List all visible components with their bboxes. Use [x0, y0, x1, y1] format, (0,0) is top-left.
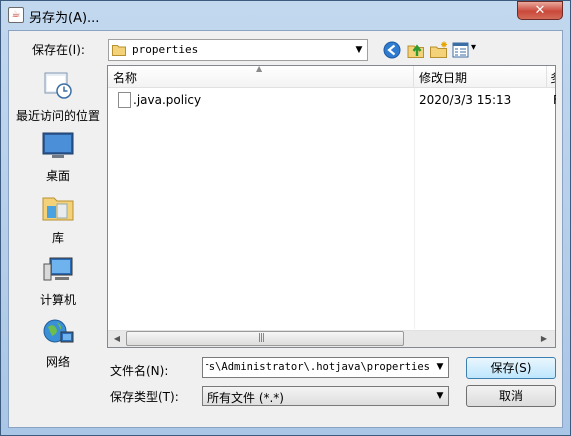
save-in-label: 保存在(I): [32, 43, 85, 57]
place-label: 最近访问的位置 [15, 109, 100, 123]
place-desktop[interactable]: 桌面 [10, 132, 106, 184]
view-menu-button[interactable]: ▾ [452, 40, 480, 60]
place-computer[interactable]: 计算机 [10, 256, 106, 308]
place-label: 库 [51, 231, 64, 245]
scroll-thumb[interactable] [126, 331, 404, 346]
up-folder-button[interactable] [406, 40, 426, 60]
window-title: 另存为(A)... [29, 11, 100, 26]
libraries-icon [42, 197, 74, 221]
new-folder-icon [430, 41, 447, 58]
location-text: properties [132, 43, 199, 56]
scroll-grip: ||| [258, 333, 265, 343]
desktop-icon [42, 132, 74, 158]
computer-icon [43, 257, 73, 281]
up-folder-icon [407, 44, 424, 58]
place-network[interactable]: 网络 [10, 318, 106, 370]
file-icon [118, 92, 131, 108]
folder-icon [112, 43, 126, 56]
close-button[interactable]: ✕ [517, 1, 563, 20]
column-header-extra[interactable]: 多 [547, 66, 555, 88]
new-folder-button[interactable] [429, 40, 449, 60]
back-arrow-icon [383, 41, 401, 59]
file-extra: F [553, 93, 556, 107]
chevron-down-icon[interactable]: ▼ [352, 41, 366, 59]
save-button[interactable]: 保存(S) [466, 357, 556, 379]
place-label: 计算机 [39, 293, 76, 307]
chevron-down-icon[interactable]: ▼ [433, 359, 447, 376]
place-label: 网络 [45, 355, 70, 369]
filename-label: 文件名(N): [110, 364, 169, 378]
recent-places-icon [44, 72, 72, 99]
place-label: 桌面 [45, 169, 70, 183]
place-libraries[interactable]: 库 [10, 194, 106, 246]
chevron-down-icon[interactable]: ▼ [433, 388, 447, 404]
column-divider [414, 88, 415, 329]
sort-ascending-icon: ▲ [256, 64, 263, 73]
details-view-icon [452, 42, 469, 58]
file-name: .java.policy [133, 93, 202, 107]
filetype-value: 所有文件 (*.*) [207, 391, 284, 405]
column-header-label: 名称 [113, 71, 138, 85]
file-modified-date: 2020/3/3 15:13 [419, 93, 512, 107]
filetype-label: 保存类型(T): [110, 390, 179, 404]
place-recent[interactable]: 最近访问的位置 [10, 70, 106, 124]
scroll-left-icon[interactable]: ◀ [110, 332, 124, 346]
column-header-label: 修改日期 [419, 71, 468, 85]
back-button[interactable] [382, 40, 402, 60]
network-icon [43, 319, 74, 343]
cancel-button[interactable]: 取消 [466, 385, 556, 407]
scroll-right-icon[interactable]: ▶ [537, 332, 551, 346]
column-header-label: 多 [550, 69, 555, 86]
java-app-icon: ☕ [8, 7, 24, 23]
filename-value: C:\Users\Administrator\.hotjava\properti… [206, 361, 430, 373]
column-header-date[interactable]: 修改日期 [414, 66, 547, 88]
view-menu-arrow: ▾ [471, 42, 477, 53]
